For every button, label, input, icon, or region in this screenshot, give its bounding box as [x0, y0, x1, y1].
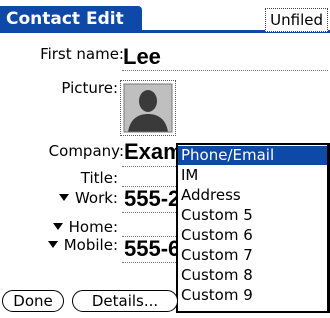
contact-edit-screen: Contact Edit Unfiled First name: Lee Pic…	[0, 0, 330, 318]
popup-item-custom-7[interactable]: Custom 7	[178, 246, 327, 265]
home-label: Home:	[68, 218, 118, 236]
first-name-underline	[122, 70, 328, 71]
first-name-label: First name:	[40, 45, 124, 63]
phone-type-popup-list[interactable]: Phone/Email IM Address Custom 5 Custom 6…	[176, 143, 330, 313]
first-name-field[interactable]: Lee	[123, 44, 161, 70]
company-field[interactable]: Exam	[124, 139, 176, 165]
mobile-type-selector[interactable]: Mobile:	[18, 235, 118, 255]
title-label: Title:	[80, 169, 118, 187]
popup-item-im[interactable]: IM	[178, 166, 327, 185]
popup-item-address[interactable]: Address	[178, 186, 327, 205]
home-type-selector[interactable]: Home:	[18, 217, 118, 237]
work-label: Work:	[74, 189, 118, 207]
dropdown-triangle-icon	[52, 223, 63, 230]
dropdown-triangle-icon	[47, 241, 58, 248]
details-button[interactable]: Details...	[72, 290, 178, 312]
company-label: Company:	[48, 142, 124, 160]
mobile-underline	[122, 262, 176, 263]
category-selector[interactable]: Unfiled	[265, 8, 328, 32]
work-phone-field[interactable]: 555-2	[124, 186, 176, 212]
dropdown-triangle-icon	[58, 194, 69, 201]
mobile-label: Mobile:	[63, 236, 118, 254]
popup-item-custom-5[interactable]: Custom 5	[178, 206, 327, 225]
screen-title: Contact Edit	[0, 6, 142, 32]
popup-item-custom-9[interactable]: Custom 9	[178, 286, 327, 305]
picture-label: Picture:	[61, 79, 118, 97]
company-underline	[122, 166, 176, 167]
done-button[interactable]: Done	[2, 290, 64, 312]
popup-item-phone-email[interactable]: Phone/Email	[178, 146, 327, 165]
mobile-phone-field[interactable]: 555-6	[124, 236, 176, 262]
work-underline	[122, 212, 176, 213]
popup-item-custom-8[interactable]: Custom 8	[178, 266, 327, 285]
popup-item-custom-6[interactable]: Custom 6	[178, 226, 327, 245]
person-silhouette-icon	[123, 83, 173, 133]
work-type-selector[interactable]: Work:	[18, 188, 118, 208]
picture-field[interactable]	[120, 80, 176, 136]
